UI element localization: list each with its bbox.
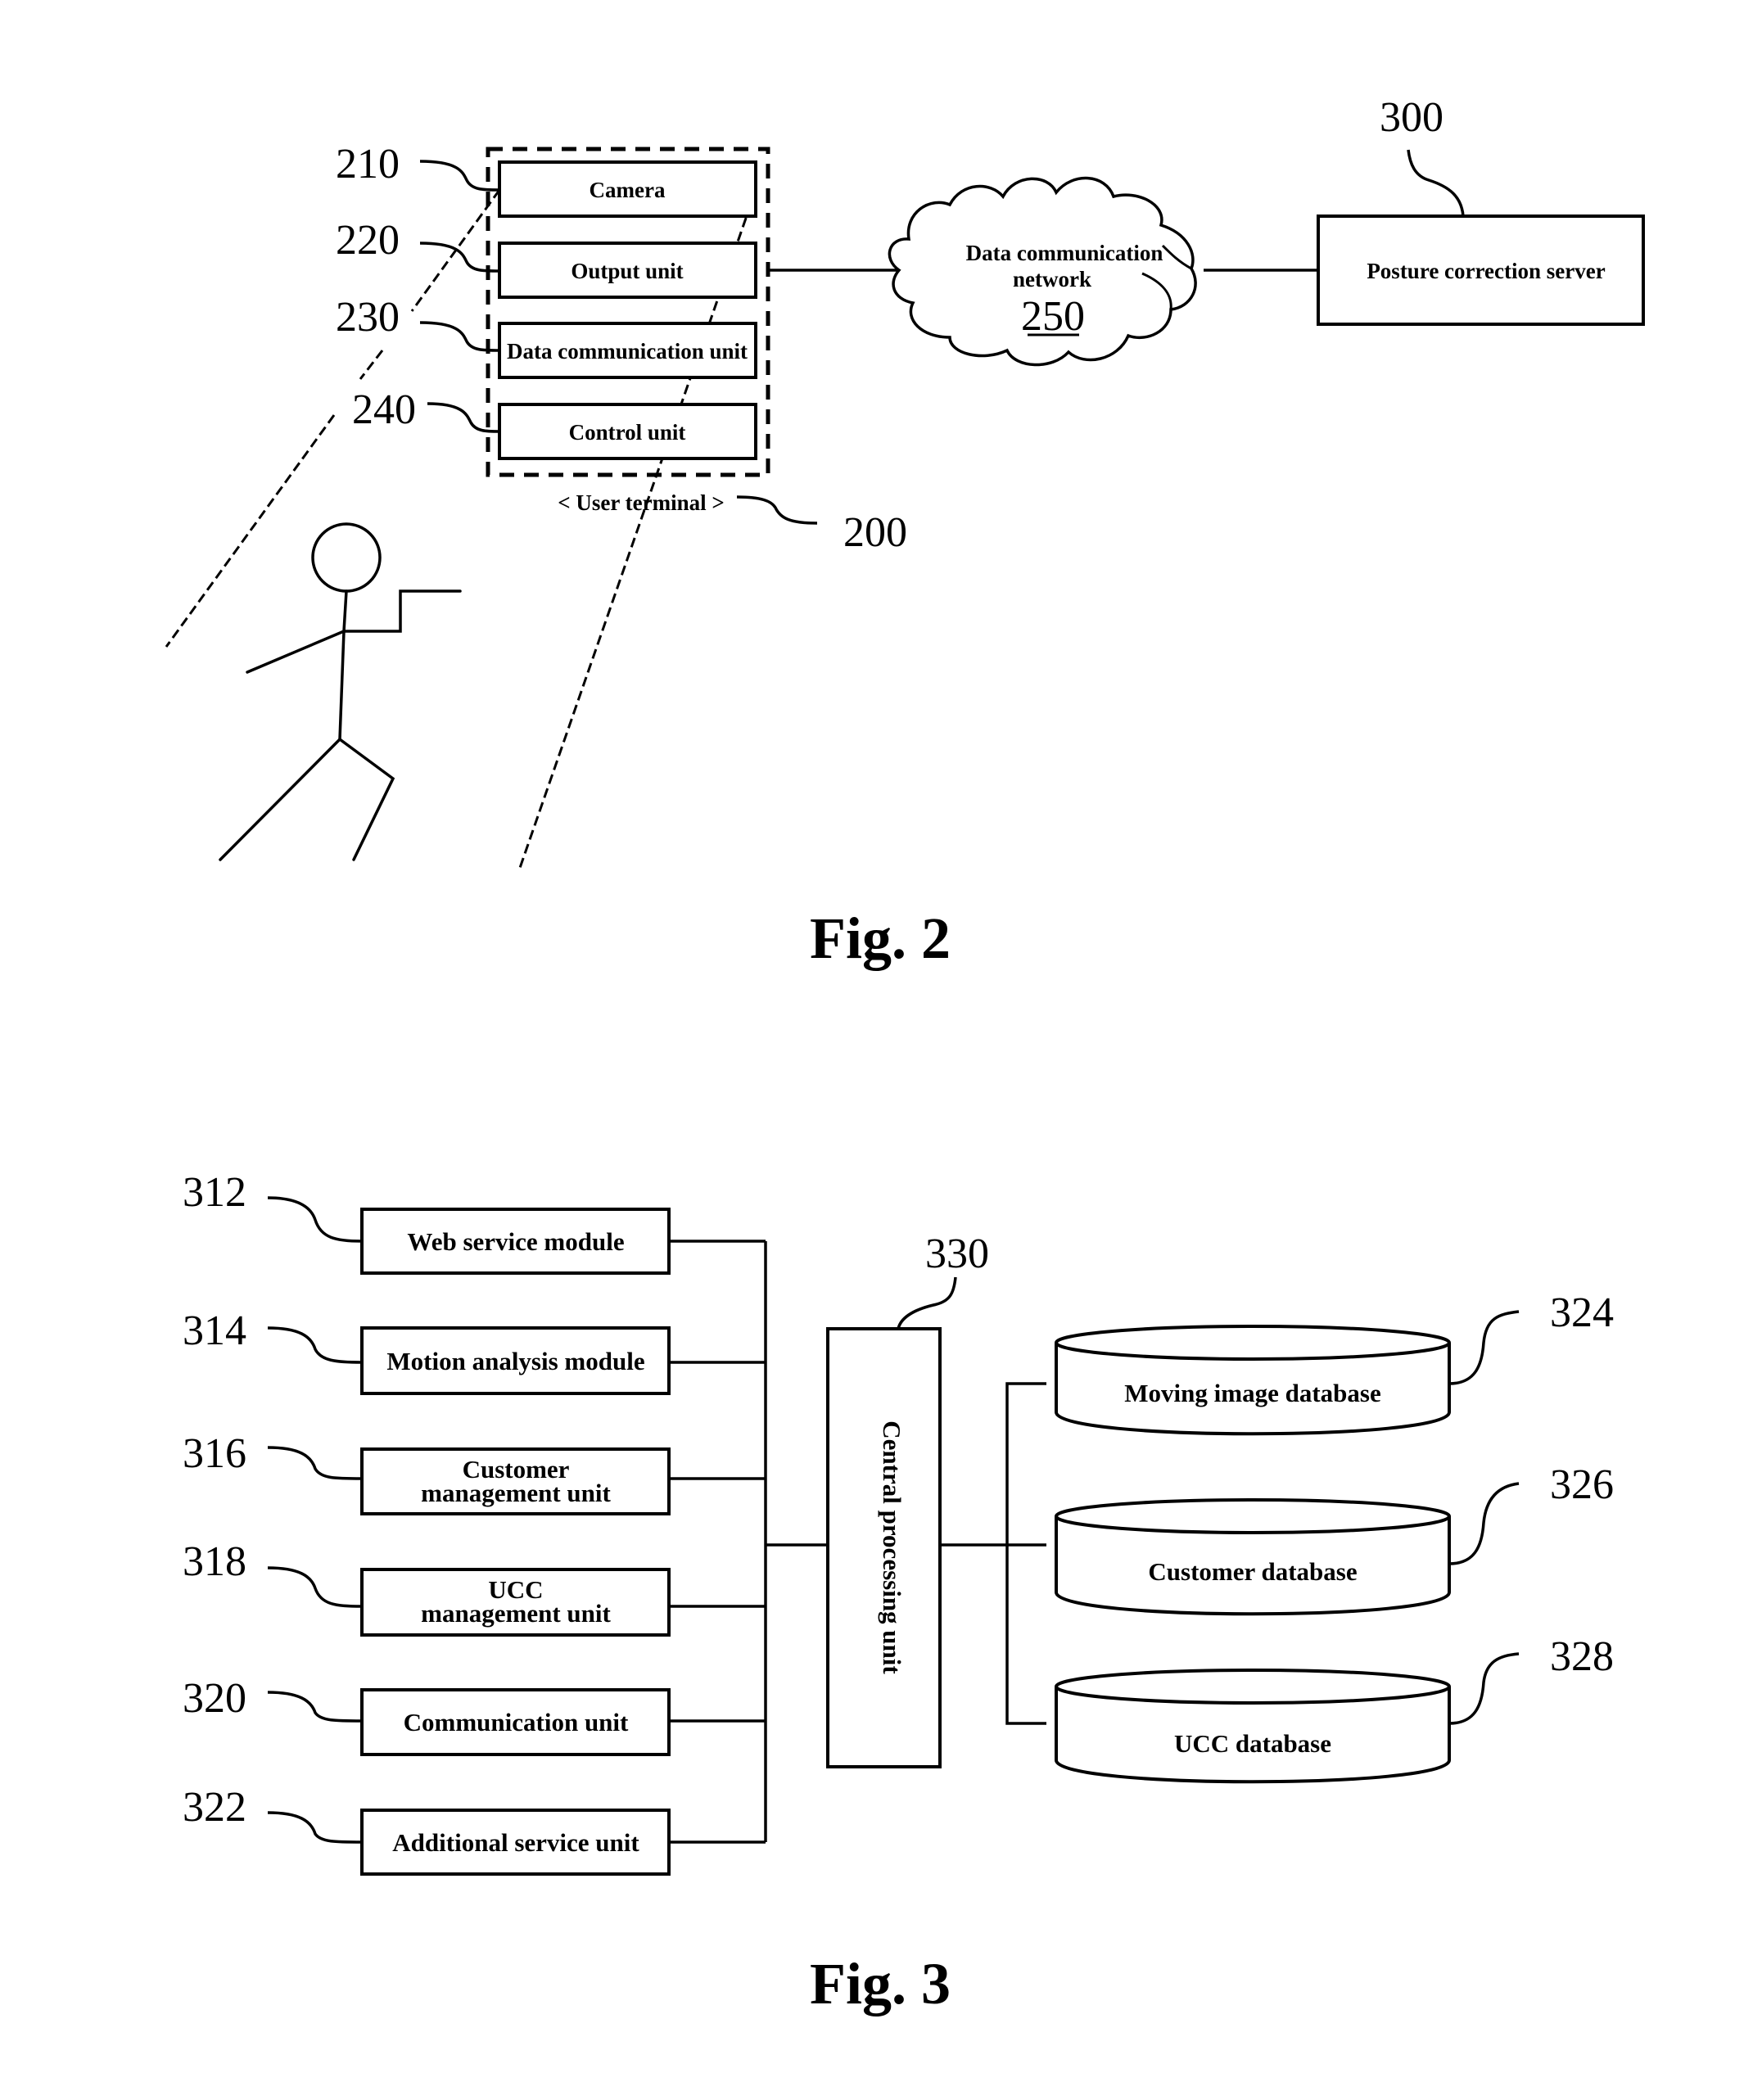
ref-318: 318 — [183, 1538, 246, 1585]
user-terminal-label: < User terminal > — [558, 490, 724, 515]
module-label-line2: management unit — [421, 1479, 611, 1507]
ref-320: 320 — [183, 1675, 246, 1722]
module-ucc-management[interactable]: UCC management unit — [360, 1568, 671, 1637]
central-processing-unit[interactable]: Central processing unit — [826, 1327, 942, 1768]
fig2-caption: Fig. 2 — [810, 905, 951, 971]
component-data-communication-unit[interactable]: Data communication unit — [498, 322, 757, 379]
module-label: Web service module — [407, 1227, 624, 1256]
network-label-line2: network — [1013, 267, 1091, 291]
posture-correction-server[interactable]: Posture correction server — [1317, 215, 1645, 326]
ref-330: 330 — [925, 1231, 989, 1277]
ref-240: 240 — [352, 386, 416, 433]
component-output-unit[interactable]: Output unit — [498, 242, 757, 299]
database-label: UCC database — [1174, 1729, 1331, 1758]
ref-316: 316 — [183, 1430, 246, 1477]
network-label-line1: Data communication — [966, 241, 1163, 265]
ref-230: 230 — [336, 294, 400, 341]
ref-314: 314 — [183, 1307, 246, 1354]
module-communication[interactable]: Communication unit — [360, 1688, 671, 1756]
module-web-service[interactable]: Web service module — [360, 1208, 671, 1275]
database-label: Customer database — [1148, 1557, 1357, 1586]
ref-312: 312 — [183, 1169, 246, 1216]
module-label: Additional service unit — [392, 1828, 639, 1857]
ref-200: 200 — [843, 509, 907, 556]
fig3-caption: Fig. 3 — [810, 1951, 951, 2016]
camera-label: Camera — [590, 178, 666, 202]
module-customer-management[interactable]: Customer management unit — [360, 1447, 671, 1515]
ref-328: 328 — [1550, 1633, 1614, 1680]
cpu-label: Central processing unit — [878, 1420, 906, 1674]
ref-326: 326 — [1550, 1461, 1614, 1508]
output-unit-label: Output unit — [571, 259, 683, 283]
ref-300: 300 — [1380, 94, 1443, 141]
ref-210: 210 — [336, 141, 400, 187]
module-motion-analysis[interactable]: Motion analysis module — [360, 1326, 671, 1395]
patent-drawing-sheet: Camera Output unit Data communication un… — [0, 0, 1762, 2100]
control-unit-label: Control unit — [569, 420, 686, 445]
database-ucc[interactable]: UCC database — [1055, 1669, 1451, 1784]
database-moving-image[interactable]: Moving image database — [1055, 1325, 1451, 1436]
ref-324: 324 — [1550, 1289, 1614, 1336]
data-communication-unit-label: Data communication unit — [507, 339, 748, 364]
server-label: Posture correction server — [1367, 259, 1605, 283]
module-label: Motion analysis module — [386, 1347, 644, 1375]
network-cloud[interactable]: Data communication network 250 — [888, 176, 1197, 367]
ref-250: 250 — [1021, 293, 1085, 340]
module-additional-service[interactable]: Additional service unit — [360, 1809, 671, 1876]
component-camera[interactable]: Camera — [498, 160, 757, 218]
ref-220: 220 — [336, 217, 400, 264]
database-label: Moving image database — [1124, 1379, 1380, 1407]
component-control-unit[interactable]: Control unit — [498, 403, 757, 460]
module-label-line2: management unit — [421, 1599, 611, 1628]
ref-322: 322 — [183, 1784, 246, 1831]
module-label: Communication unit — [404, 1708, 629, 1736]
database-customer[interactable]: Customer database — [1055, 1498, 1451, 1616]
